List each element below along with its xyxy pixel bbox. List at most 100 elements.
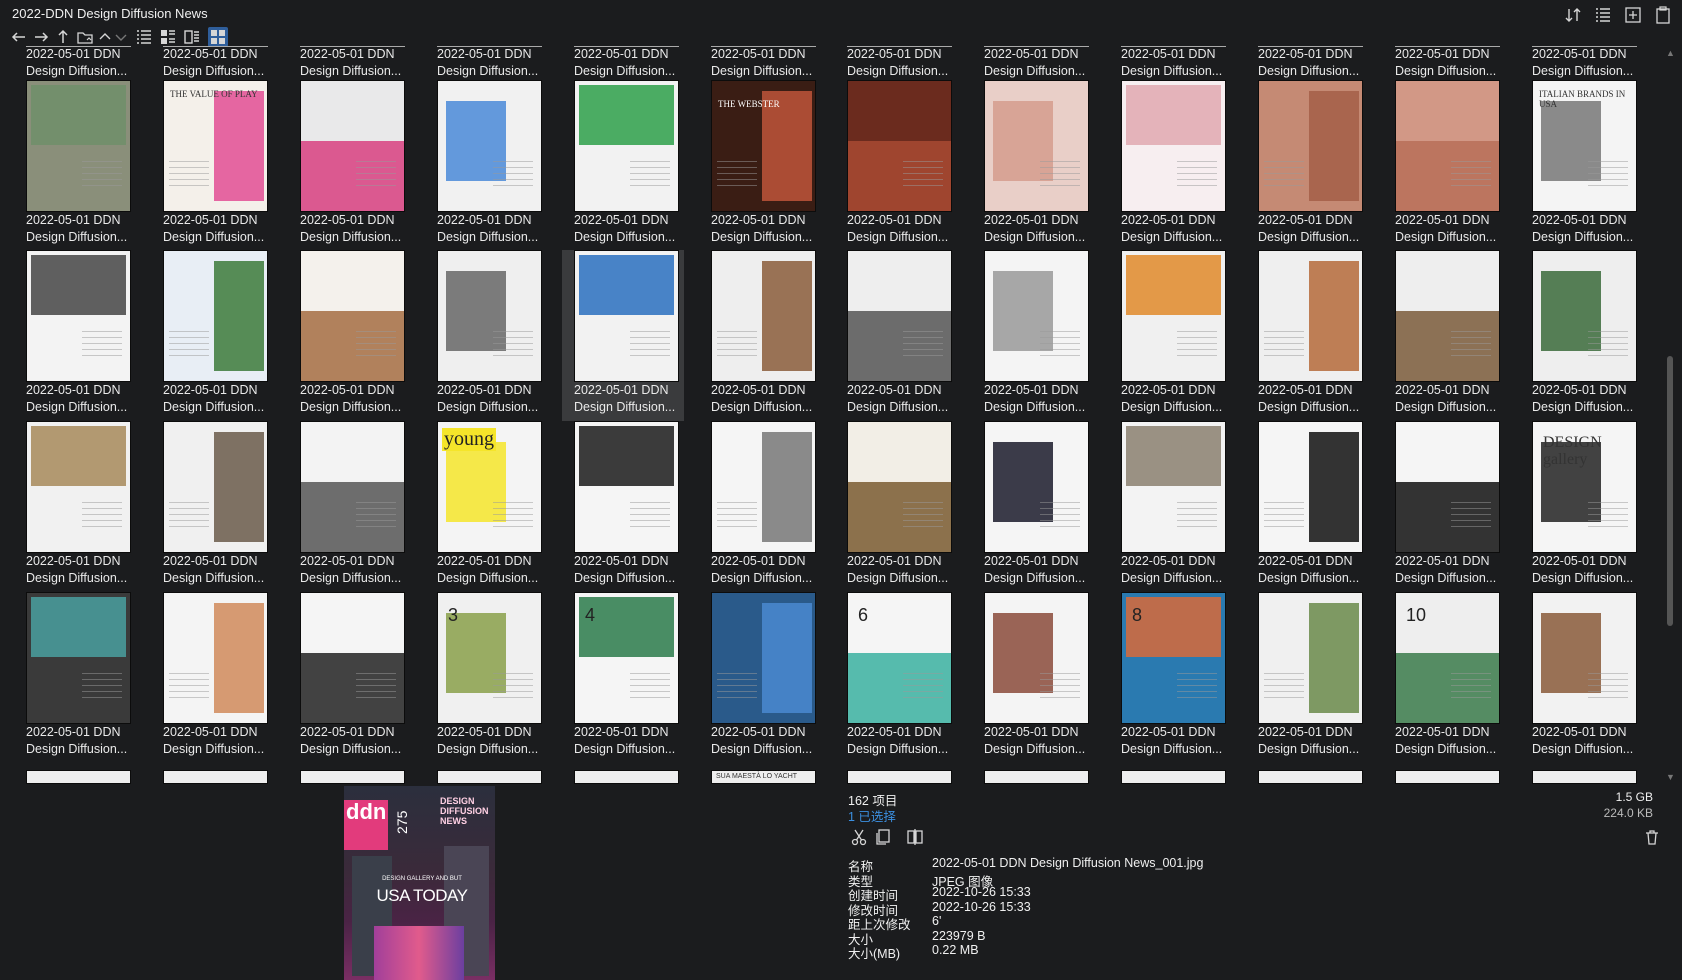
thumbnail-caption[interactable]: 2022-05-01 DDN Design Diffusion... [1395, 382, 1507, 416]
thumbnail-tile[interactable]: 2022-05-01 DDN Design Diffusion... [972, 421, 1094, 592]
thumbnail-caption[interactable]: 2022-05-01 DDN Design Diffusion... [847, 724, 959, 758]
thumbnail-caption[interactable]: 2022-05-01 DDN Design Diffusion... [300, 212, 412, 246]
thumbnail-caption[interactable]: 2022-05-01 DDN Design Diffusion... [1532, 382, 1644, 416]
thumbnail-tile[interactable]: ITALIAN BRANDS IN USA 2022-05-01 DDN Desig… [1520, 80, 1642, 251]
thumbnail-image[interactable] [1258, 421, 1363, 553]
thumbnail-tile[interactable]: 2022-05-01 DDN Design Diffusion... [425, 250, 547, 421]
scrollbar-thumb[interactable] [1667, 356, 1673, 626]
thumbnail-image[interactable] [847, 250, 952, 382]
thumbnail-image[interactable] [847, 80, 952, 212]
thumbnail-tile[interactable]: 2022-05-01 DDN Design Diffusion... [835, 250, 957, 421]
thumbnail-image[interactable] [26, 592, 131, 724]
thumbnail-tile[interactable]: THE WEBSTER 2022-05-01 DDN Design Diffusio… [699, 80, 821, 251]
thumbnail-tile[interactable]: 2022-05-01 DDN Design Diffusion... [1246, 80, 1368, 251]
thumbnail-image[interactable] [984, 592, 1089, 724]
thumbnail-caption[interactable]: 2022-05-01 DDN Design Diffusion... [847, 553, 959, 587]
thumbnail-image[interactable] [1395, 250, 1500, 382]
cut-icon[interactable] [850, 828, 868, 846]
thumbnail-partial[interactable] [847, 770, 952, 784]
thumbnail-caption[interactable]: 2022-05-01 DDN Design Diffusion... [300, 382, 412, 416]
thumbnail-caption[interactable]: 2022-05-01 DDN Design Diffusion... [711, 46, 823, 80]
thumbnail-image[interactable] [1258, 592, 1363, 724]
forward-arrow-icon[interactable] [32, 28, 50, 46]
thumbnail-view-icon[interactable] [208, 27, 228, 47]
thumbnail-partial[interactable] [163, 770, 268, 784]
thumbnail-caption[interactable]: 2022-05-01 DDN Design Diffusion... [574, 553, 686, 587]
thumbnail-tile[interactable]: 2022-05-01 DDN Design Diffusion... [1383, 80, 1505, 251]
thumbnail-caption[interactable]: 2022-05-01 DDN Design Diffusion... [711, 212, 823, 246]
thumbnail-caption[interactable]: 2022-05-01 DDN Design Diffusion... [1258, 212, 1370, 246]
thumbnail-image[interactable] [26, 250, 131, 382]
thumbnail-caption[interactable]: 2022-05-01 DDN Design Diffusion... [163, 724, 275, 758]
thumbnail-tile[interactable]: young 2022-05-01 DDN Design Diffusion... [425, 421, 547, 592]
trash-icon[interactable] [1643, 828, 1661, 846]
thumbnail-caption[interactable]: 2022-05-01 DDN Design Diffusion... [984, 724, 1096, 758]
thumbnail-caption[interactable]: 2022-05-01 DDN Design Diffusion... [26, 724, 138, 758]
thumbnail-caption[interactable]: 2022-05-01 DDN Design Diffusion... [437, 724, 549, 758]
thumbnail-tile[interactable]: 2022-05-01 DDN Design Diffusion... [1109, 421, 1231, 592]
thumbnail-image[interactable] [163, 421, 268, 553]
thumbnail-caption[interactable]: 2022-05-01 DDN Design Diffusion... [1258, 553, 1370, 587]
thumbnail-caption[interactable]: 2022-05-01 DDN Design Diffusion... [984, 46, 1096, 80]
thumbnail-image[interactable] [984, 80, 1089, 212]
thumbnail-tile[interactable]: 2022-05-01 DDN Design Diffusion... [699, 250, 821, 421]
thumbnail-partial[interactable] [1258, 770, 1363, 784]
thumbnail-tile[interactable]: 2022-05-01 DDN Design Diffusion... [699, 592, 821, 763]
clipboard-icon[interactable] [1654, 6, 1672, 24]
thumbnail-caption[interactable]: 2022-05-01 DDN Design Diffusion... [984, 553, 1096, 587]
thumbnail-tile[interactable]: 2022-05-01 DDN Design Diffusion... [14, 592, 136, 763]
thumbnail-caption[interactable]: 2022-05-01 DDN Design Diffusion... [984, 212, 1096, 246]
thumbnail-caption[interactable]: 2022-05-01 DDN Design Diffusion... [163, 46, 275, 80]
thumbnail-caption[interactable]: 2022-05-01 DDN Design Diffusion... [1395, 46, 1507, 80]
thumbnail-image[interactable]: 8 [1121, 592, 1226, 724]
thumbnail-image[interactable] [1121, 80, 1226, 212]
thumbnail-image[interactable] [26, 421, 131, 553]
thumbnail-tile[interactable]: 2022-05-01 DDN Design Diffusion... [288, 421, 410, 592]
thumbnail-caption[interactable]: 2022-05-01 DDN Design Diffusion... [711, 724, 823, 758]
thumbnail-image[interactable] [300, 80, 405, 212]
thumbnail-partial[interactable] [1532, 770, 1637, 784]
thumbnail-caption[interactable]: 2022-05-01 DDN Design Diffusion... [437, 382, 549, 416]
thumbnail-image[interactable] [300, 421, 405, 553]
thumbnail-partial[interactable] [300, 770, 405, 784]
thumbnail-caption[interactable]: 2022-05-01 DDN Design Diffusion... [1121, 212, 1233, 246]
thumbnail-tile[interactable]: 2022-05-01 DDN Design Diffusion... [151, 421, 273, 592]
thumbnail-image[interactable] [1258, 250, 1363, 382]
thumbnail-caption[interactable]: 2022-05-01 DDN Design Diffusion... [711, 382, 823, 416]
thumbnail-image[interactable] [574, 80, 679, 212]
thumbnail-image[interactable] [711, 421, 816, 553]
thumbnail-caption[interactable]: 2022-05-01 DDN Design Diffusion... [1532, 724, 1644, 758]
thumbnail-caption[interactable]: 2022-05-01 DDN Design Diffusion... [574, 724, 686, 758]
thumbnail-tile[interactable]: 2022-05-01 DDN Design Diffusion... [972, 250, 1094, 421]
folder-icon[interactable] [76, 28, 94, 46]
thumbnail-tile[interactable]: 8 2022-05-01 DDN Design Diffusion... [1109, 592, 1231, 763]
thumbnail-caption[interactable]: 2022-05-01 DDN Design Diffusion... [26, 553, 138, 587]
thumbnail-image[interactable]: young [437, 421, 542, 553]
thumbnail-image[interactable] [711, 250, 816, 382]
thumbnail-image[interactable]: 6 [847, 592, 952, 724]
thumbnail-tile[interactable]: 2022-05-01 DDN Design Diffusion... [1520, 250, 1642, 421]
thumbnail-image[interactable] [847, 421, 952, 553]
thumbnail-image[interactable] [26, 80, 131, 212]
thumbnail-image[interactable] [163, 250, 268, 382]
thumbnail-tile[interactable]: 2022-05-01 DDN Design Diffusion... [562, 421, 684, 592]
thumbnail-tile[interactable]: 2022-05-01 DDN Design Diffusion... [425, 80, 547, 251]
thumbnail-caption[interactable]: 2022-05-01 DDN Design Diffusion... [847, 382, 959, 416]
thumbnail-image[interactable] [1532, 250, 1637, 382]
thumbnail-tile[interactable]: DESIGN gallery 2022-05-01 DDN Design Diffu… [1520, 421, 1642, 592]
thumbnail-caption[interactable]: 2022-05-01 DDN Design Diffusion... [1121, 553, 1233, 587]
thumbnail-tile[interactable]: 2022-05-01 DDN Design Diffusion... [288, 80, 410, 251]
thumbnail-caption[interactable]: 2022-05-01 DDN Design Diffusion... [1395, 553, 1507, 587]
thumbnail-image[interactable] [1395, 421, 1500, 553]
thumbnail-caption[interactable]: 2022-05-01 DDN Design Diffusion... [1121, 724, 1233, 758]
sort-icon[interactable] [1564, 6, 1582, 24]
thumbnail-image[interactable] [574, 250, 679, 382]
thumbnail-caption[interactable]: 2022-05-01 DDN Design Diffusion... [1532, 212, 1644, 246]
thumbnail-caption[interactable]: 2022-05-01 DDN Design Diffusion... [1121, 382, 1233, 416]
thumbnail-tile[interactable]: 2022-05-01 DDN Design Diffusion... [1246, 421, 1368, 592]
back-arrow-icon[interactable] [10, 28, 28, 46]
thumbnail-tile[interactable]: 2022-05-01 DDN Design Diffusion... [1109, 80, 1231, 251]
thumbnail-partial[interactable] [984, 770, 1089, 784]
thumbnail-tile[interactable]: 2022-05-01 DDN Design Diffusion... [14, 421, 136, 592]
thumbnail-image[interactable] [437, 80, 542, 212]
